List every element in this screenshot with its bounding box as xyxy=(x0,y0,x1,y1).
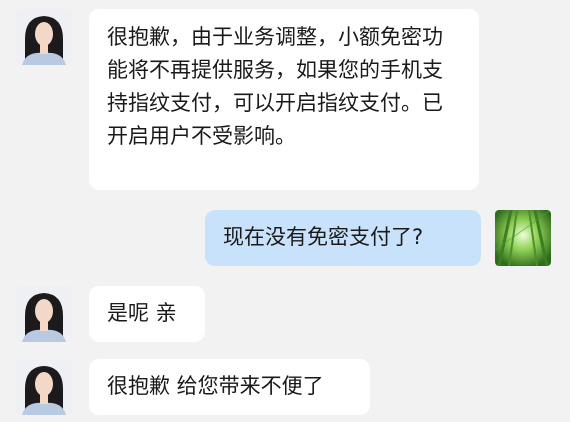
message-bubble[interactable]: 是呢 亲 xyxy=(89,286,205,342)
message-bubble[interactable]: 现在没有免密支付了? xyxy=(205,210,481,266)
message-incoming: 是呢 亲 xyxy=(0,280,570,350)
message-text: 很抱歉 给您带来不便了 xyxy=(107,374,324,398)
message-outgoing: 现在没有免密支付了? xyxy=(0,200,570,280)
agent-avatar[interactable] xyxy=(16,359,72,415)
message-bubble[interactable]: 很抱歉，由于业务调整，小额免密功能将不再提供服务，如果您的手机支持指纹支付，可以… xyxy=(89,9,479,190)
message-incoming: 很抱歉 给您带来不便了 xyxy=(0,350,570,422)
message-text: 很抱歉，由于业务调整，小额免密功能将不再提供服务，如果您的手机支持指纹支付，可以… xyxy=(107,25,443,148)
message-text: 现在没有免密支付了? xyxy=(223,225,424,249)
agent-avatar[interactable] xyxy=(16,286,72,342)
user-avatar[interactable] xyxy=(495,210,551,266)
message-text: 是呢 亲 xyxy=(107,301,177,325)
message-bubble[interactable]: 很抱歉 给您带来不便了 xyxy=(89,359,370,415)
agent-avatar[interactable] xyxy=(16,9,72,65)
message-incoming: 很抱歉，由于业务调整，小额免密功能将不再提供服务，如果您的手机支持指纹支付，可以… xyxy=(0,0,570,200)
